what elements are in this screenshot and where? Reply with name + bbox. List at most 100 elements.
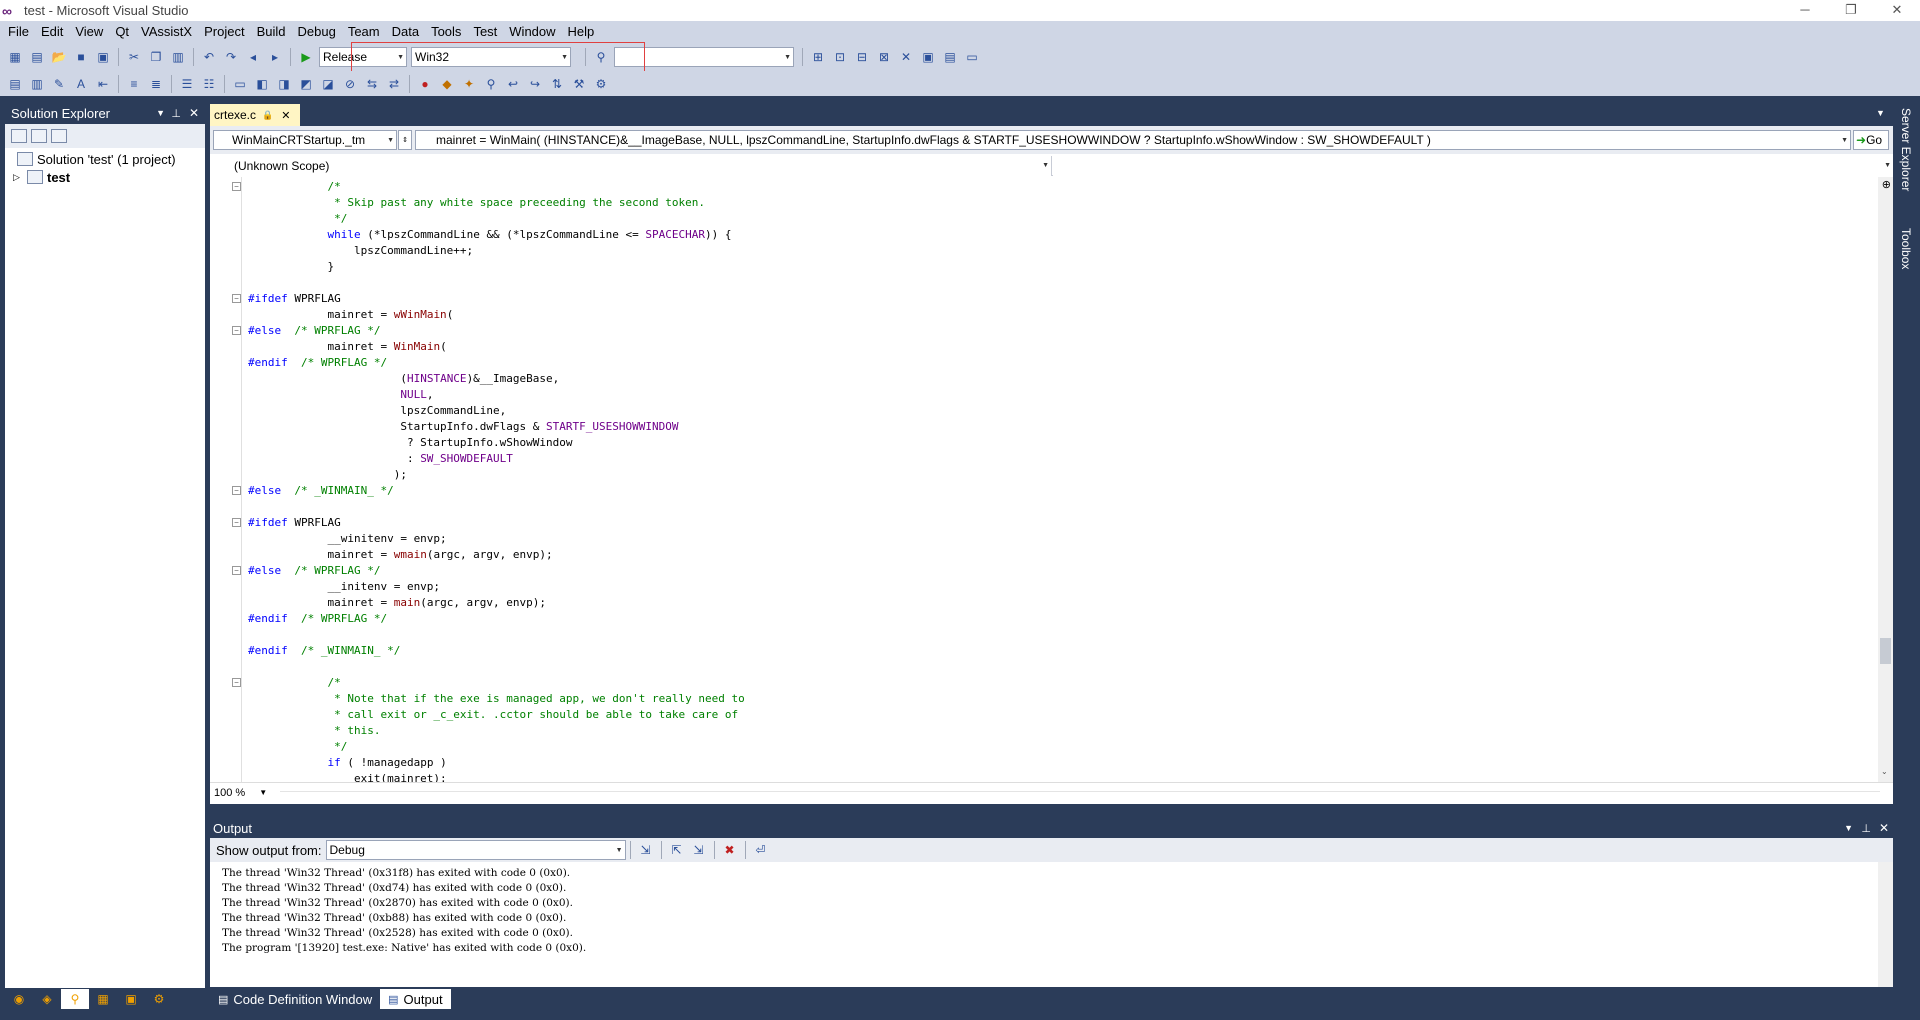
output-source-combo[interactable]: Debug ▼ xyxy=(325,840,626,860)
tab-output[interactable]: ▤ Output xyxy=(380,989,451,1009)
copy-icon[interactable]: ❐ xyxy=(147,48,165,66)
spin-button[interactable]: ⇕ xyxy=(398,130,412,150)
collapse-toggle-icon[interactable]: − xyxy=(232,486,241,495)
comment-out-icon[interactable]: ☰ xyxy=(178,75,196,93)
menu-help[interactable]: Help xyxy=(562,21,601,43)
collapse-toggle-icon[interactable]: − xyxy=(232,566,241,575)
vassistx-refactor-icon[interactable]: ⚒ xyxy=(570,75,588,93)
vassistx-open-corresponding-icon[interactable]: ⇅ xyxy=(548,75,566,93)
team-explorer-tab-icon[interactable]: ▣ xyxy=(117,989,145,1009)
undo-icon[interactable]: ↶ xyxy=(200,48,218,66)
go-back-icon[interactable]: ⇆ xyxy=(363,75,381,93)
vassistx-back-icon[interactable]: ↩ xyxy=(504,75,522,93)
close-tab-icon[interactable]: ✕ xyxy=(281,109,290,122)
solution-explorer-icon[interactable]: ⊞ xyxy=(809,48,827,66)
start-page-icon[interactable]: ▣ xyxy=(919,48,937,66)
save-all-icon[interactable]: ▣ xyxy=(94,48,112,66)
start-debugging-icon[interactable]: ▶ xyxy=(297,48,315,66)
toggle-bookmark-icon[interactable]: ▭ xyxy=(231,75,249,93)
collapse-toggle-icon[interactable]: − xyxy=(232,294,241,303)
find-message-in-code-icon[interactable]: ⇲ xyxy=(637,841,655,859)
close-panel-icon[interactable]: ✕ xyxy=(189,106,199,120)
quick-info-icon[interactable]: ✎ xyxy=(50,75,68,93)
tree-row-solution[interactable]: Solution 'test' (1 project) xyxy=(5,150,205,168)
menu-edit[interactable]: Edit xyxy=(35,21,69,43)
solution-explorer-tab-icon[interactable]: ◉ xyxy=(5,989,33,1009)
resource-view-tab-icon[interactable]: ▦ xyxy=(89,989,117,1009)
close-window-button[interactable]: ✕ xyxy=(1874,0,1920,21)
editor-vertical-scrollbar[interactable]: ⌄ xyxy=(1878,177,1893,782)
toolbox-tab[interactable]: Toolbox xyxy=(1899,228,1913,269)
toggle-word-wrap-icon[interactable]: ⏎ xyxy=(752,841,770,859)
menu-data[interactable]: Data xyxy=(386,21,425,43)
property-manager-tab-icon[interactable]: ⚲ xyxy=(61,989,89,1009)
go-forward-icon[interactable]: ⇄ xyxy=(385,75,403,93)
clear-bookmarks-icon[interactable]: ⊘ xyxy=(341,75,359,93)
increase-indent-icon[interactable]: ≣ xyxy=(147,75,165,93)
vassistx-find-symbol-icon[interactable]: ◆ xyxy=(438,75,456,93)
class-view-tab-icon[interactable]: ◈ xyxy=(33,989,61,1009)
extension-manager-icon[interactable]: ▤ xyxy=(941,48,959,66)
server-explorer-tab[interactable]: Server Explorer xyxy=(1899,108,1913,191)
horizontal-scrollbar[interactable] xyxy=(280,791,1880,792)
decrease-indent-icon[interactable]: ≡ xyxy=(125,75,143,93)
go-button[interactable]: ➜ Go xyxy=(1853,130,1889,150)
vassistx-open-file-icon[interactable]: ● xyxy=(416,75,434,93)
vassistx-references-icon[interactable]: ✦ xyxy=(460,75,478,93)
tab-dropdown-icon[interactable]: ▼ xyxy=(1876,108,1885,118)
navigate-forward-icon[interactable]: ▸ xyxy=(266,48,284,66)
collapse-toggle-icon[interactable]: − xyxy=(232,678,241,687)
previous-bookmark-in-folder-icon[interactable]: ◩ xyxy=(297,75,315,93)
tools-icon[interactable]: ✕ xyxy=(897,48,915,66)
go-to-next-message-icon[interactable]: ⇲ xyxy=(690,841,708,859)
scrollbar-thumb[interactable] xyxy=(1880,638,1891,664)
output-vertical-scrollbar[interactable] xyxy=(1878,862,1893,987)
scope-member-combo[interactable]: ▼ xyxy=(1053,156,1893,176)
menu-view[interactable]: View xyxy=(69,21,109,43)
navigate-backward-icon[interactable]: ◂ xyxy=(244,48,262,66)
object-browser-icon[interactable]: ⊟ xyxy=(853,48,871,66)
toolbox-icon[interactable]: ⊠ xyxy=(875,48,893,66)
clear-all-icon[interactable]: ✖ xyxy=(721,841,739,859)
menu-project[interactable]: Project xyxy=(198,21,250,43)
next-bookmark-in-folder-icon[interactable]: ◪ xyxy=(319,75,337,93)
menu-window[interactable]: Window xyxy=(503,21,561,43)
zoom-level[interactable]: 100 % xyxy=(214,787,245,799)
auto-hide-pin-icon[interactable]: ⊥ xyxy=(1861,822,1871,835)
properties-icon[interactable] xyxy=(11,129,27,143)
outdent-icon[interactable]: ⇤ xyxy=(94,75,112,93)
menu-file[interactable]: File xyxy=(2,21,35,43)
tab-code-definition-window[interactable]: ▤ Code Definition Window xyxy=(210,989,380,1009)
menu-test[interactable]: Test xyxy=(467,21,503,43)
document-tab-crtexe[interactable]: crtexe.c 🔒 ✕ xyxy=(210,104,300,126)
window-position-icon[interactable]: ▼ xyxy=(1844,823,1853,833)
menu-qt[interactable]: Qt xyxy=(109,21,135,43)
view-class-diagram-icon[interactable] xyxy=(51,129,67,143)
minimize-button[interactable]: ─ xyxy=(1782,0,1828,21)
scroll-down-arrow-icon[interactable]: ⌄ xyxy=(1881,767,1888,776)
window-position-icon[interactable]: ▼ xyxy=(156,108,165,118)
close-panel-icon[interactable]: ✕ xyxy=(1879,821,1889,835)
uncomment-icon[interactable]: ☷ xyxy=(200,75,218,93)
redo-icon[interactable]: ↷ xyxy=(222,48,240,66)
menu-tools[interactable]: Tools xyxy=(425,21,467,43)
menu-team[interactable]: Team xyxy=(342,21,386,43)
show-all-files-icon[interactable] xyxy=(31,129,47,143)
next-bookmark-icon[interactable]: ◨ xyxy=(275,75,293,93)
function-combo[interactable]: WinMainCRTStartup._tm ▼ xyxy=(213,130,397,150)
save-icon[interactable]: ■ xyxy=(72,48,90,66)
split-handle-icon[interactable]: ⊕ xyxy=(1882,178,1891,191)
previous-bookmark-icon[interactable]: ◧ xyxy=(253,75,271,93)
vassistx-find-icon[interactable]: ⚲ xyxy=(482,75,500,93)
display-word-completion-icon[interactable]: A xyxy=(72,75,90,93)
menu-build[interactable]: Build xyxy=(251,21,292,43)
member-combo[interactable]: mainret = WinMain( (HINSTANCE)&__ImageBa… xyxy=(415,130,1851,150)
paste-icon[interactable]: ▥ xyxy=(169,48,187,66)
auto-hide-pin-icon[interactable]: ⊥ xyxy=(171,107,181,120)
collapse-toggle-icon[interactable]: − xyxy=(232,326,241,335)
menu-vassistx[interactable]: VAssistX xyxy=(135,21,198,43)
collapse-toggle-icon[interactable]: − xyxy=(232,182,241,191)
display-parameter-info-icon[interactable]: ▥ xyxy=(28,75,46,93)
restore-button[interactable]: ❐ xyxy=(1828,0,1874,21)
display-object-member-list-icon[interactable]: ▤ xyxy=(6,75,24,93)
